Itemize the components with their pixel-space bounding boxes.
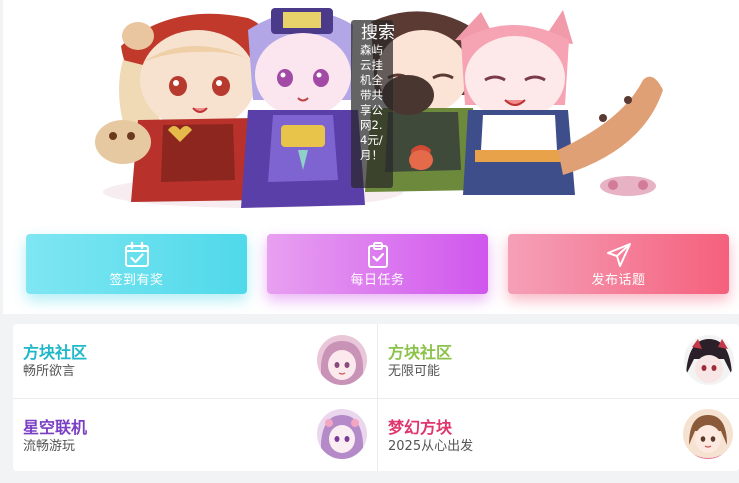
community-subtitle: 2025从心出发 bbox=[388, 439, 474, 454]
dark-hair-anime-avatar-image bbox=[684, 335, 734, 385]
community-title: 方块社区 bbox=[388, 343, 453, 362]
community-cell-dream-block[interactable]: 梦幻方块 2025从心出发 bbox=[378, 399, 739, 473]
top-card: 搜索 森屿云挂机全带共享公网2.4元/月！ 签到有奖 每日任务 发布话题 bbox=[3, 0, 739, 314]
calendar-check-icon bbox=[124, 241, 149, 267]
community-title: 方块社区 bbox=[23, 343, 88, 362]
community-avatar bbox=[317, 409, 367, 459]
community-avatar bbox=[683, 409, 733, 459]
sign-in-reward-button[interactable]: 签到有奖 bbox=[26, 234, 247, 294]
community-subtitle: 流畅游玩 bbox=[23, 439, 76, 454]
post-topic-button[interactable]: 发布话题 bbox=[508, 234, 729, 294]
daily-task-button[interactable]: 每日任务 bbox=[267, 234, 488, 294]
search-announcement-text: 森屿云挂机全带共享公网2.4元/月！ bbox=[360, 43, 383, 162]
search-title[interactable]: 搜索 bbox=[361, 23, 395, 43]
search-overlay[interactable]: 搜索 森屿云挂机全带共享公网2.4元/月！ bbox=[351, 20, 395, 188]
post-topic-label: 发布话题 bbox=[591, 273, 646, 288]
community-cell-block-community-1[interactable]: 方块社区 畅所欲言 bbox=[13, 324, 377, 398]
community-avatar bbox=[684, 335, 734, 385]
community-subtitle: 无限可能 bbox=[388, 364, 441, 379]
community-grid: 方块社区 畅所欲言 方块社区 无限可能 星空联机 流畅游玩 梦幻方块 2025从… bbox=[13, 324, 739, 471]
community-title: 梦幻方块 bbox=[388, 418, 453, 437]
clipboard-check-icon bbox=[367, 242, 388, 268]
community-subtitle: 畅所欲言 bbox=[23, 364, 76, 379]
pink-hair-girl-avatar-image bbox=[317, 335, 367, 385]
daily-task-label: 每日任务 bbox=[350, 273, 405, 288]
community-avatar bbox=[317, 335, 367, 385]
sign-in-reward-label: 签到有奖 bbox=[109, 273, 164, 288]
community-cell-starry-online[interactable]: 星空联机 流畅游玩 bbox=[13, 399, 377, 473]
purple-hair-girl-avatar-image bbox=[317, 409, 367, 459]
community-cell-block-community-2[interactable]: 方块社区 无限可能 bbox=[378, 324, 739, 398]
community-title: 星空联机 bbox=[23, 418, 88, 437]
brown-hair-girl-avatar-image bbox=[683, 409, 733, 459]
paper-plane-icon bbox=[606, 243, 631, 267]
